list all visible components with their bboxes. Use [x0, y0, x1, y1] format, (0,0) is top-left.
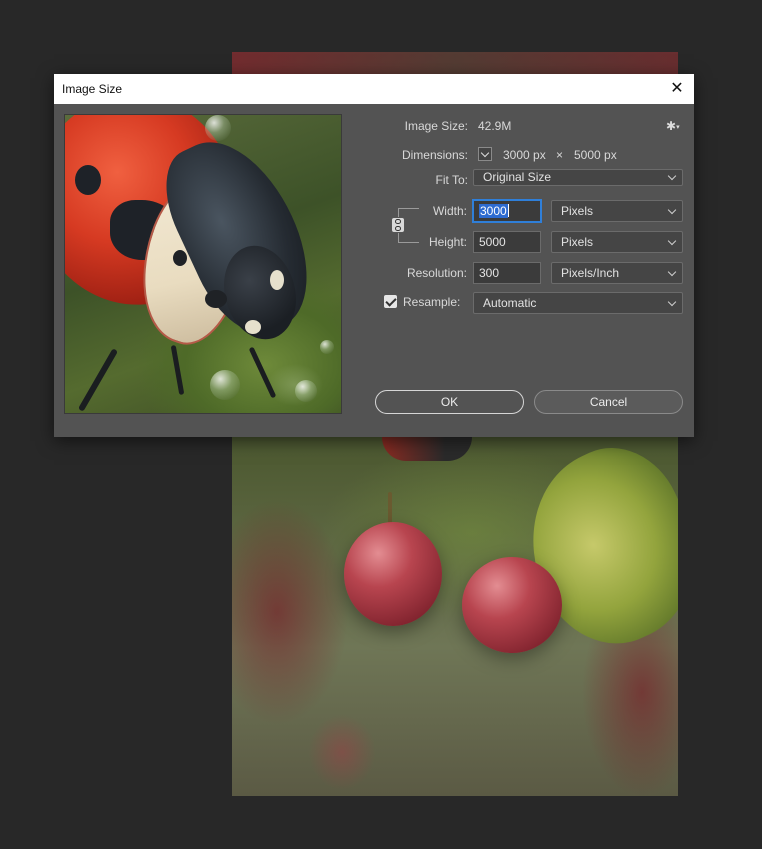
fit-to-value: Original Size — [483, 170, 552, 184]
height-unit-select[interactable]: Pixels — [551, 231, 683, 253]
resolution-unit-select[interactable]: Pixels/Inch — [551, 262, 683, 284]
resample-label: Resample: — [403, 295, 461, 309]
height-unit-value: Pixels — [561, 235, 594, 249]
resolution-unit-value: Pixels/Inch — [561, 266, 620, 280]
chevron-down-icon — [667, 297, 677, 307]
cancel-button[interactable]: Cancel — [534, 390, 683, 414]
preview-water-drop — [205, 115, 231, 141]
dimensions-height: 5000 px — [574, 148, 617, 162]
width-label: Width: — [432, 204, 467, 218]
preview-leg — [248, 346, 277, 399]
resolution-label: Resolution: — [406, 266, 467, 280]
resolution-value: 300 — [479, 266, 500, 280]
dimensions-times: × — [556, 148, 564, 162]
resample-method-select[interactable]: Automatic — [473, 292, 683, 314]
image-size-dialog: Image Size ✕ Image Size: 42.9M ✱▾ Dimens… — [54, 74, 694, 437]
canvas-ladybug — [382, 437, 472, 461]
dimensions-label: Dimensions: — [401, 148, 468, 162]
resample-method-value: Automatic — [483, 296, 537, 310]
preview-spot — [205, 290, 227, 308]
height-input[interactable]: 5000 — [473, 231, 541, 253]
dimensions-unit-toggle[interactable] — [478, 147, 492, 161]
dialog-titlebar[interactable]: Image Size ✕ — [54, 74, 694, 104]
preview-spot — [173, 250, 187, 266]
preview-marking — [245, 320, 261, 334]
canvas-cherry — [344, 522, 442, 626]
width-input[interactable]: 3000 — [473, 200, 541, 222]
resample-checkbox[interactable] — [384, 295, 397, 308]
cancel-button-label: Cancel — [589, 395, 628, 409]
preview-marking — [270, 270, 284, 290]
link-icon[interactable] — [391, 217, 405, 233]
preview-leg — [170, 344, 185, 396]
width-unit-select[interactable]: Pixels — [551, 200, 683, 222]
gear-icon[interactable]: ✱▾ — [666, 119, 684, 133]
dialog-title: Image Size — [62, 82, 123, 96]
dimensions-width: 3000 px — [503, 148, 546, 162]
width-value: 3000 — [479, 204, 508, 218]
image-size-value: 42.9M — [478, 119, 512, 133]
close-icon: ✕ — [670, 80, 684, 97]
height-value: 5000 — [479, 235, 506, 249]
chevron-down-icon — [667, 205, 677, 215]
close-button[interactable]: ✕ — [664, 76, 690, 102]
resolution-input[interactable]: 300 — [473, 262, 541, 284]
canvas-cherry — [462, 557, 562, 653]
preview-leg — [77, 348, 119, 412]
chevron-down-icon — [667, 236, 677, 246]
preview-water-drop — [320, 340, 334, 354]
height-label: Height: — [428, 235, 467, 249]
chevron-down-icon — [667, 267, 677, 277]
text-cursor — [507, 204, 509, 217]
image-preview[interactable] — [64, 114, 342, 414]
chevron-down-icon — [667, 171, 677, 181]
image-size-label: Image Size: — [404, 119, 468, 133]
preview-water-drop — [210, 370, 240, 400]
fit-to-label: Fit To: — [435, 173, 468, 187]
width-unit-value: Pixels — [561, 204, 594, 218]
ok-button-label: OK — [440, 395, 459, 409]
preview-spot — [75, 165, 101, 195]
ok-button[interactable]: OK — [375, 390, 524, 414]
fit-to-select[interactable]: Original Size — [473, 169, 683, 186]
preview-water-drop — [295, 380, 317, 402]
